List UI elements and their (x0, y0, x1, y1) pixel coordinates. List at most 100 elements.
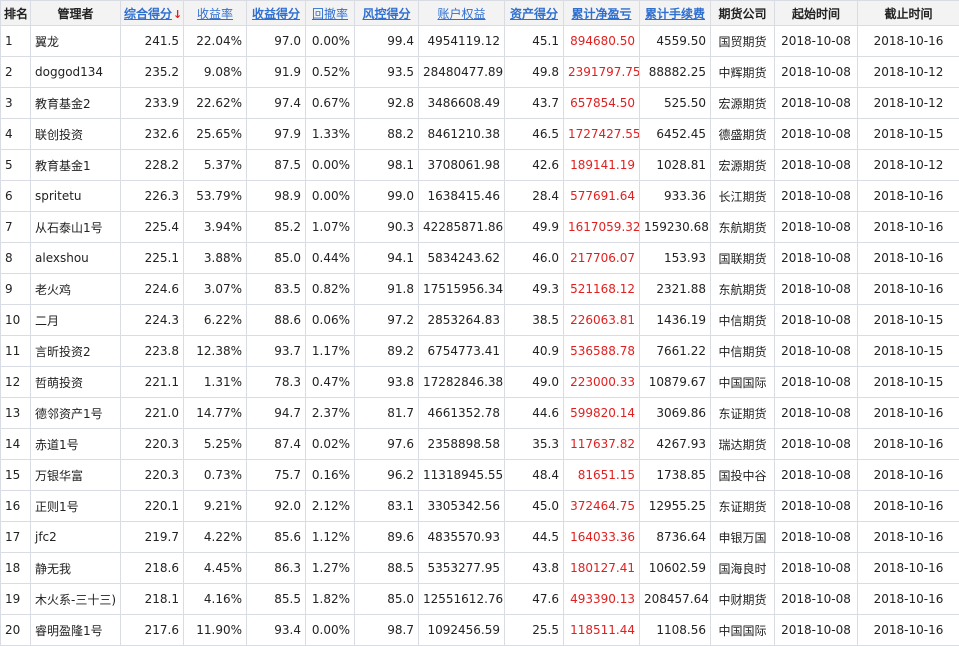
cell-manager[interactable]: 万银华富 (31, 460, 121, 491)
table-row[interactable]: 15万银华富220.30.73%75.70.16%96.211318945.55… (1, 460, 959, 491)
table-row[interactable]: 7从石泰山1号225.43.94%85.21.07%90.342285871.8… (1, 212, 959, 243)
column-header-label: 风控得分 (362, 7, 410, 21)
cell-manager[interactable]: alexshou (31, 243, 121, 274)
column-header-asset_score[interactable]: 资产得分 (505, 1, 564, 26)
cell-manager[interactable]: 翼龙 (31, 26, 121, 57)
column-header-drawdown[interactable]: 回撤率 (306, 1, 355, 26)
cell-start: 2018-10-08 (775, 150, 858, 181)
cell-end: 2018-10-12 (858, 150, 959, 181)
column-header-return_score[interactable]: 收益得分 (247, 1, 306, 26)
table-row[interactable]: 5教育基金1228.25.37%87.50.00%98.13708061.984… (1, 150, 959, 181)
cell-manager[interactable]: 老火鸡 (31, 274, 121, 305)
cell-manager[interactable]: 联创投资 (31, 119, 121, 150)
cell-net_pnl: 894680.50 (564, 26, 640, 57)
cell-fees: 6452.45 (640, 119, 711, 150)
cell-rank: 12 (1, 367, 31, 398)
table-row[interactable]: 2doggod134235.29.08%91.90.52%93.52848047… (1, 57, 959, 88)
table-row[interactable]: 13德邻资产1号221.014.77%94.72.37%81.74661352.… (1, 398, 959, 429)
table-row[interactable]: 17jfc2219.74.22%85.61.12%89.64835570.934… (1, 522, 959, 553)
cell-drawdown: 2.37% (306, 398, 355, 429)
cell-equity: 1638415.46 (419, 181, 505, 212)
cell-drawdown: 0.16% (306, 460, 355, 491)
table-row[interactable]: 6spritetu226.353.79%98.90.00%99.01638415… (1, 181, 959, 212)
cell-fees: 10602.59 (640, 553, 711, 584)
column-header-label: 账户权益 (437, 7, 485, 21)
cell-return_score: 83.5 (247, 274, 306, 305)
cell-manager[interactable]: 德邻资产1号 (31, 398, 121, 429)
cell-return_score: 91.9 (247, 57, 306, 88)
cell-drawdown: 0.52% (306, 57, 355, 88)
cell-risk_score: 99.4 (355, 26, 419, 57)
table-row[interactable]: 8alexshou225.13.88%85.00.44%94.15834243.… (1, 243, 959, 274)
cell-start: 2018-10-08 (775, 88, 858, 119)
table-row[interactable]: 12哲萌投资221.11.31%78.30.47%93.817282846.38… (1, 367, 959, 398)
cell-return_score: 98.9 (247, 181, 306, 212)
cell-manager[interactable]: 二月 (31, 305, 121, 336)
cell-manager[interactable]: 从石泰山1号 (31, 212, 121, 243)
cell-manager[interactable]: 教育基金1 (31, 150, 121, 181)
cell-score: 218.1 (121, 584, 184, 615)
cell-manager[interactable]: 赤道1号 (31, 429, 121, 460)
cell-broker: 中国国际 (711, 367, 775, 398)
column-header-equity[interactable]: 账户权益 (419, 1, 505, 26)
cell-end: 2018-10-16 (858, 553, 959, 584)
cell-manager[interactable]: 哲萌投资 (31, 367, 121, 398)
cell-fees: 88882.25 (640, 57, 711, 88)
column-header-label: 期货公司 (718, 7, 766, 21)
cell-manager[interactable]: 正则1号 (31, 491, 121, 522)
cell-net_pnl: 164033.36 (564, 522, 640, 553)
table-row[interactable]: 1翼龙241.522.04%97.00.00%99.44954119.1245.… (1, 26, 959, 57)
column-header-label: 截止时间 (884, 7, 932, 21)
cell-return_score: 93.7 (247, 336, 306, 367)
table-row[interactable]: 10二月224.36.22%88.60.06%97.22853264.8338.… (1, 305, 959, 336)
cell-equity: 5353277.95 (419, 553, 505, 584)
cell-return: 3.88% (184, 243, 247, 274)
cell-equity: 12551612.76 (419, 584, 505, 615)
cell-return_score: 87.5 (247, 150, 306, 181)
cell-manager[interactable]: 静无我 (31, 553, 121, 584)
cell-score: 220.3 (121, 429, 184, 460)
cell-manager[interactable]: 木火系-三十三) (31, 584, 121, 615)
table-row[interactable]: 19木火系-三十三)218.14.16%85.51.82%85.01255161… (1, 584, 959, 615)
table-row[interactable]: 14赤道1号220.35.25%87.40.02%97.62358898.583… (1, 429, 959, 460)
cell-net_pnl: 536588.78 (564, 336, 640, 367)
cell-drawdown: 0.82% (306, 274, 355, 305)
cell-manager[interactable]: jfc2 (31, 522, 121, 553)
cell-score: 223.8 (121, 336, 184, 367)
cell-start: 2018-10-08 (775, 305, 858, 336)
cell-score: 219.7 (121, 522, 184, 553)
cell-rank: 8 (1, 243, 31, 274)
table-row[interactable]: 9老火鸡224.63.07%83.50.82%91.817515956.3449… (1, 274, 959, 305)
cell-drawdown: 1.82% (306, 584, 355, 615)
table-row[interactable]: 3教育基金2233.922.62%97.40.67%92.83486608.49… (1, 88, 959, 119)
column-header-risk_score[interactable]: 风控得分 (355, 1, 419, 26)
cell-start: 2018-10-08 (775, 367, 858, 398)
cell-rank: 6 (1, 181, 31, 212)
cell-return: 12.38% (184, 336, 247, 367)
cell-return: 6.22% (184, 305, 247, 336)
cell-score: 228.2 (121, 150, 184, 181)
cell-risk_score: 89.6 (355, 522, 419, 553)
cell-fees: 4559.50 (640, 26, 711, 57)
column-header-fees[interactable]: 累计手续费 (640, 1, 711, 26)
cell-manager[interactable]: doggod134 (31, 57, 121, 88)
cell-asset_score: 40.9 (505, 336, 564, 367)
cell-score: 221.1 (121, 367, 184, 398)
cell-broker: 宏源期货 (711, 88, 775, 119)
column-header-net_pnl[interactable]: 累计净盈亏 (564, 1, 640, 26)
cell-broker: 德盛期货 (711, 119, 775, 150)
cell-manager[interactable]: 教育基金2 (31, 88, 121, 119)
cell-rank: 7 (1, 212, 31, 243)
cell-manager[interactable]: 言昕投资2 (31, 336, 121, 367)
cell-start: 2018-10-08 (775, 491, 858, 522)
table-row[interactable]: 11言昕投资2223.812.38%93.71.17%89.26754773.4… (1, 336, 959, 367)
cell-return_score: 85.2 (247, 212, 306, 243)
table-row[interactable]: 18静无我218.64.45%86.31.27%88.55353277.9543… (1, 553, 959, 584)
column-header-return[interactable]: 收益率 (184, 1, 247, 26)
cell-drawdown: 1.17% (306, 336, 355, 367)
column-header-score[interactable]: 综合得分↓ (121, 1, 184, 26)
cell-manager[interactable]: spritetu (31, 181, 121, 212)
table-row[interactable]: 4联创投资232.625.65%97.91.33%88.28461210.384… (1, 119, 959, 150)
table-row[interactable]: 16正则1号220.19.21%92.02.12%83.13305342.564… (1, 491, 959, 522)
cell-rank: 1 (1, 26, 31, 57)
